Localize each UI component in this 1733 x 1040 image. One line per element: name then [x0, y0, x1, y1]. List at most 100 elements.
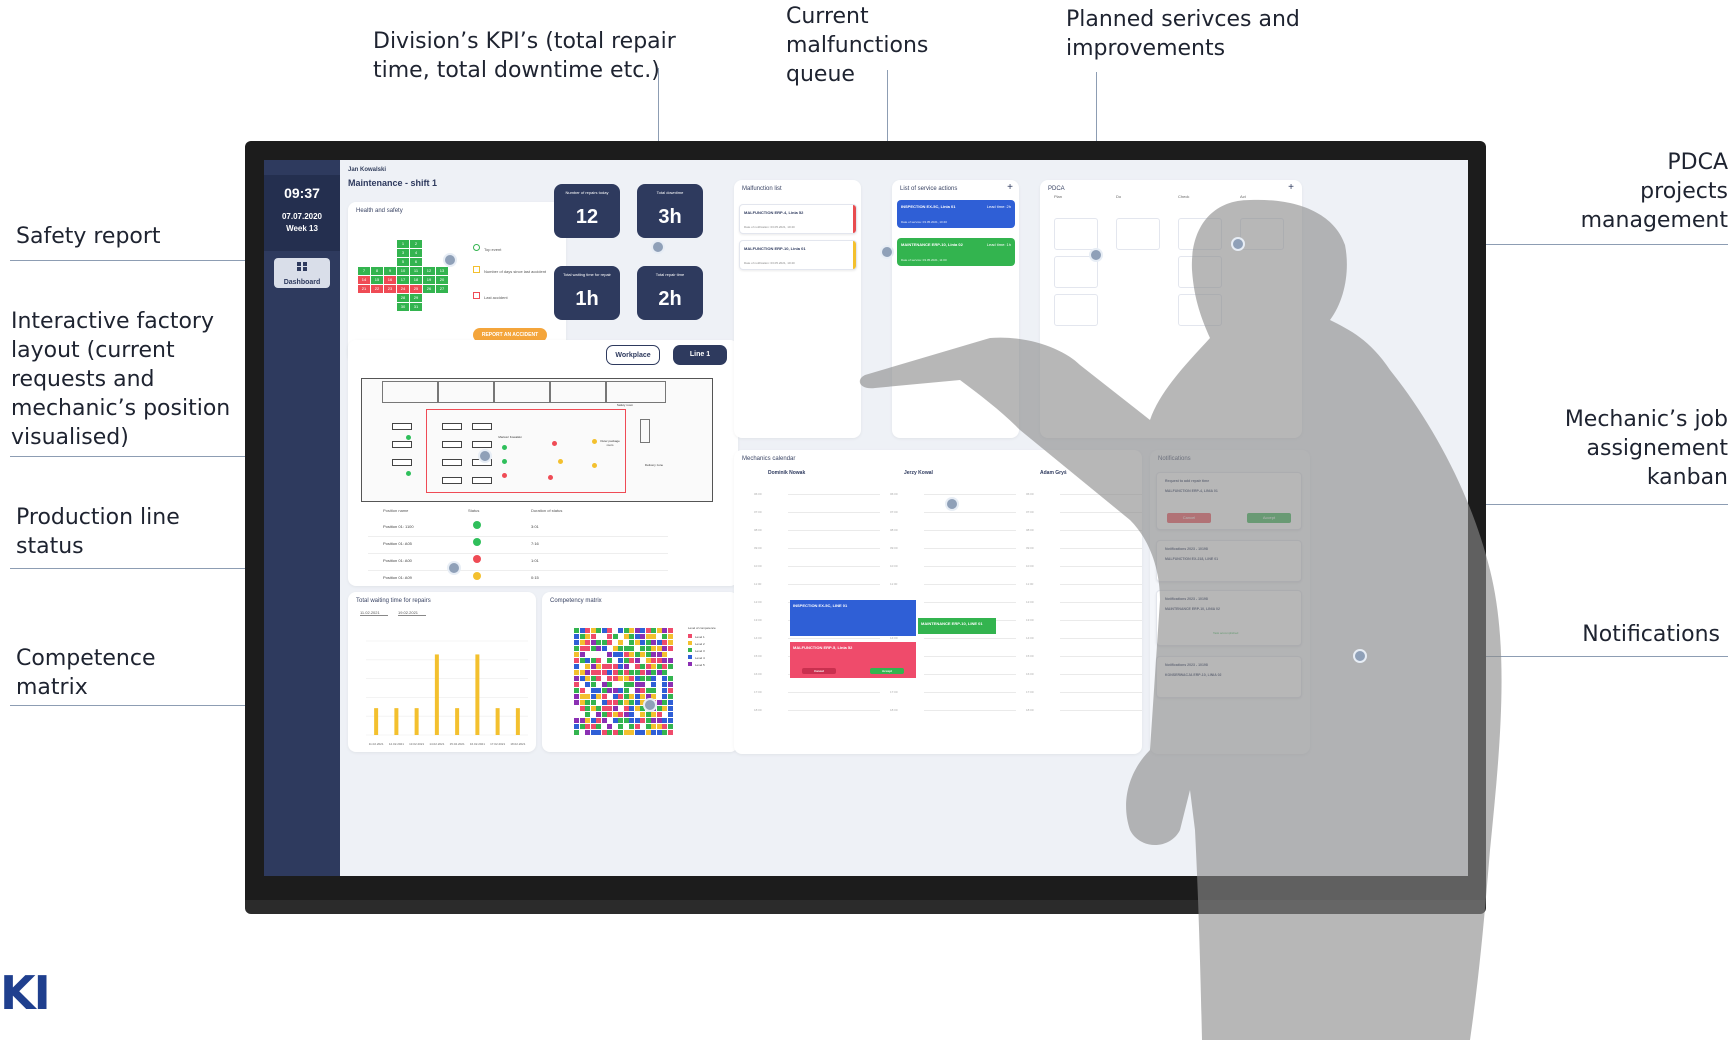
competency-cell[interactable] [585, 664, 590, 669]
competency-cell[interactable] [596, 658, 601, 663]
competency-cell[interactable] [645, 640, 651, 645]
competency-cell[interactable] [590, 724, 596, 729]
competency-cell[interactable] [651, 658, 656, 663]
competency-cell[interactable] [574, 664, 579, 669]
workplace-button[interactable]: Workplace [606, 345, 660, 365]
competency-cell[interactable] [579, 706, 585, 711]
competency-cell[interactable] [656, 730, 662, 735]
competency-cell[interactable] [579, 652, 585, 657]
competency-cell[interactable] [585, 712, 590, 717]
competency-cell[interactable] [667, 640, 673, 645]
competency-cell[interactable] [618, 694, 623, 699]
competency-cell[interactable] [634, 730, 640, 735]
competency-cell[interactable] [623, 694, 629, 699]
competency-cell[interactable] [618, 628, 623, 633]
competency-cell[interactable] [645, 658, 651, 663]
competency-cell[interactable] [612, 730, 618, 735]
safety-day-cell[interactable]: 24 [397, 285, 409, 293]
competency-cell[interactable] [601, 730, 607, 735]
safety-day-cell[interactable]: 5 [397, 258, 409, 266]
competency-cell[interactable] [634, 676, 640, 681]
malfunction-item[interactable]: MALFUNCTION ERP-4, Linia 52 Date of noti… [739, 204, 857, 234]
competency-cell[interactable] [601, 676, 607, 681]
pdca-project-card[interactable] [1178, 218, 1222, 250]
safety-day-cell[interactable]: 18 [410, 276, 422, 284]
competency-cell[interactable] [612, 724, 618, 729]
competency-cell[interactable] [612, 676, 618, 681]
competency-cell[interactable] [574, 676, 579, 681]
calendar-event[interactable]: MALFUNCTION ERP-5, Linia 52 Cancel Accep… [790, 642, 916, 678]
competency-cell[interactable] [623, 712, 629, 717]
competency-cell[interactable] [634, 688, 640, 693]
competency-cell[interactable] [574, 682, 579, 687]
chart-bar[interactable] [414, 708, 419, 735]
competency-cell[interactable] [634, 640, 640, 645]
competency-cell[interactable] [623, 724, 629, 729]
competency-cell[interactable] [656, 682, 662, 687]
plan-station[interactable] [392, 423, 412, 430]
competency-cell[interactable] [629, 718, 634, 723]
competency-cell[interactable] [596, 652, 601, 657]
competency-cell[interactable] [579, 688, 585, 693]
competency-cell[interactable] [623, 730, 629, 735]
competency-cell[interactable] [623, 682, 629, 687]
competency-cell[interactable] [612, 652, 618, 657]
competency-cell[interactable] [656, 640, 662, 645]
add-service-button[interactable]: + [1007, 182, 1013, 193]
competency-cell[interactable] [651, 670, 656, 675]
competency-cell[interactable] [585, 730, 590, 735]
safety-day-cell[interactable]: 6 [410, 258, 422, 266]
competency-cell[interactable] [618, 652, 623, 657]
competency-cell[interactable] [607, 712, 612, 717]
competency-cell[interactable] [651, 682, 656, 687]
competency-cell[interactable] [656, 658, 662, 663]
table-row[interactable]: Position 01: A09 0:15 [368, 569, 668, 586]
competency-cell[interactable] [585, 706, 590, 711]
competency-cell[interactable] [662, 712, 667, 717]
competency-cell[interactable] [634, 712, 640, 717]
competency-cell[interactable] [585, 724, 590, 729]
competency-cell[interactable] [667, 670, 673, 675]
competency-cell[interactable] [590, 718, 596, 723]
competency-cell[interactable] [585, 676, 590, 681]
competency-cell[interactable] [634, 718, 640, 723]
chart-bar[interactable] [455, 708, 460, 735]
competency-cell[interactable] [596, 682, 601, 687]
competency-cell[interactable] [656, 700, 662, 705]
safety-day-cell[interactable]: 26 [423, 285, 435, 293]
notification-item[interactable]: Request to add repair time MALFUNCTION E… [1156, 472, 1302, 530]
competency-cell[interactable] [634, 664, 640, 669]
competency-cell[interactable] [634, 700, 640, 705]
competency-cell[interactable] [640, 652, 645, 657]
competency-cell[interactable] [634, 670, 640, 675]
competency-cell[interactable] [607, 724, 612, 729]
service-item[interactable]: MAINTENANCE ERP-10, Linia 02 Lead time: … [897, 238, 1015, 266]
competency-cell[interactable] [629, 664, 634, 669]
competency-cell[interactable] [667, 658, 673, 663]
plan-station[interactable] [472, 477, 492, 484]
competency-cell[interactable] [645, 628, 651, 633]
competency-cell[interactable] [612, 706, 618, 711]
competency-cell[interactable] [662, 706, 667, 711]
competency-cell[interactable] [662, 664, 667, 669]
competency-cell[interactable] [607, 658, 612, 663]
competency-cell[interactable] [634, 694, 640, 699]
notification-accept-button[interactable]: Accept [1247, 513, 1291, 523]
competency-cell[interactable] [585, 700, 590, 705]
safety-day-cell[interactable]: 16 [384, 276, 396, 284]
competency-cell[interactable] [612, 682, 618, 687]
competency-cell[interactable] [640, 676, 645, 681]
competency-cell[interactable] [651, 712, 656, 717]
competency-cell[interactable] [667, 646, 673, 651]
competency-cell[interactable] [607, 730, 612, 735]
competency-cell[interactable] [640, 730, 645, 735]
competency-cell[interactable] [645, 664, 651, 669]
date-to-input[interactable]: 19.02.2021 [398, 610, 426, 616]
competency-cell[interactable] [601, 724, 607, 729]
competency-cell[interactable] [590, 658, 596, 663]
competency-cell[interactable] [618, 718, 623, 723]
competency-cell[interactable] [629, 712, 634, 717]
plan-station[interactable] [442, 459, 462, 466]
competency-cell[interactable] [601, 700, 607, 705]
safety-day-cell[interactable]: 13 [436, 267, 448, 275]
